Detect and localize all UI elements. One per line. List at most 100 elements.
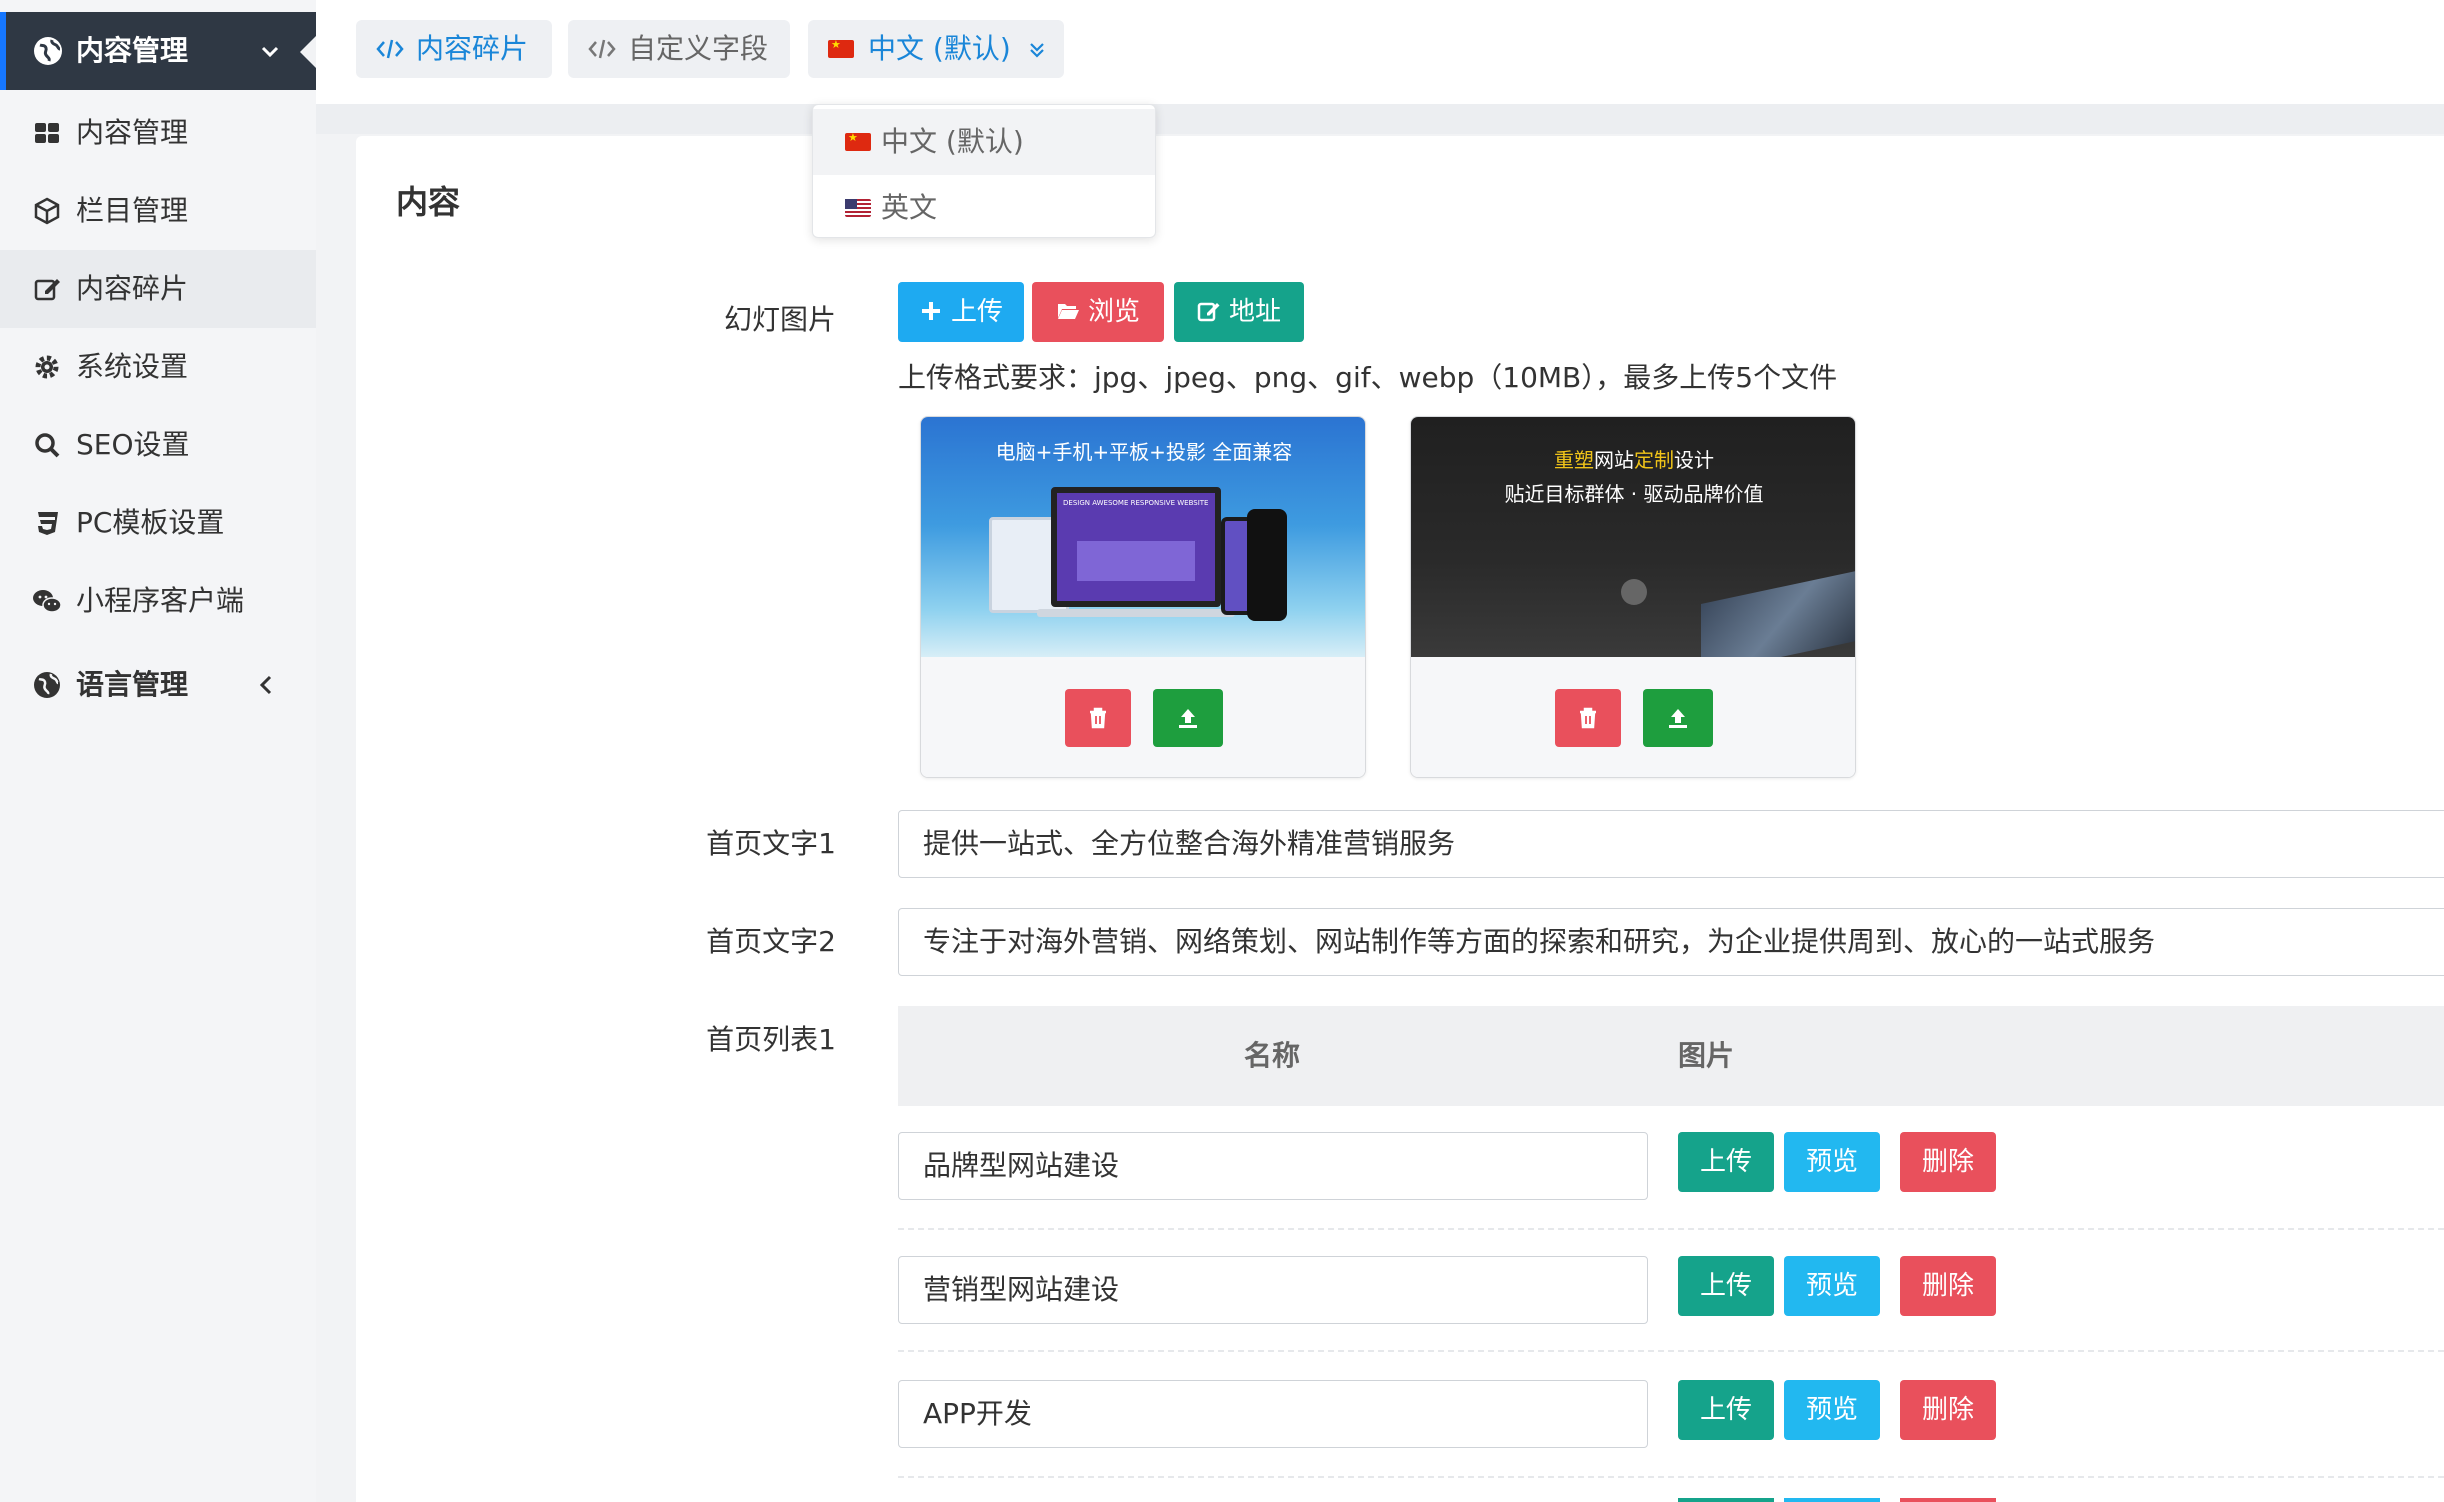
home-text1-label: 首页文字1 bbox=[706, 827, 836, 860]
headline-highlight: 定制 bbox=[1634, 448, 1674, 472]
sidebar-item-content-fragments[interactable]: 内容碎片 bbox=[0, 250, 316, 328]
home-text2-input[interactable]: 专注于对海外营销、网络策划、网站制作等方面的探索和研究，为企业提供周到、放心的一… bbox=[898, 908, 2444, 976]
device-graphic bbox=[1037, 609, 1235, 617]
row-divider bbox=[898, 1476, 2444, 1478]
browse-button[interactable]: 浏览 bbox=[1032, 282, 1164, 342]
list-item-upload-button[interactable]: 上传 bbox=[1678, 1380, 1774, 1440]
url-button[interactable]: 地址 bbox=[1174, 282, 1304, 342]
globe-icon bbox=[34, 37, 62, 65]
gear-icon bbox=[35, 355, 59, 379]
grid-icon bbox=[35, 123, 59, 143]
row-divider bbox=[898, 1350, 2444, 1352]
language-option-chinese[interactable]: 中文 (默认) bbox=[813, 109, 1155, 175]
tab-label: 中文 (默认) bbox=[868, 32, 1011, 65]
edit-icon bbox=[34, 279, 60, 301]
upload-button[interactable]: 上传 bbox=[898, 282, 1024, 342]
code-icon bbox=[376, 39, 404, 59]
list-item-name-input[interactable]: 品牌型网站建设 bbox=[898, 1132, 1648, 1200]
sidebar-item-columns[interactable]: 栏目管理 bbox=[0, 172, 316, 250]
slide-image-subline: 贴近目标群体 · 驱动品牌价值 bbox=[1504, 482, 1764, 506]
language-dropdown: 中文 (默认) 英文 bbox=[812, 104, 1156, 238]
page-title: 内容 bbox=[396, 183, 461, 221]
list-item-name-input[interactable]: APP开发 bbox=[898, 1380, 1648, 1448]
device-graphic: DESIGN AWESOME RESPONSIVE WEBSITES bbox=[1051, 487, 1221, 607]
delete-slide-button[interactable] bbox=[1065, 689, 1131, 747]
scroll-down-icon bbox=[1621, 579, 1647, 605]
slide-thumbnail: 重塑网站定制设计 贴近目标群体 · 驱动品牌价值 bbox=[1410, 416, 1856, 778]
list-item-preview-button[interactable] bbox=[1784, 1498, 1880, 1502]
trash-icon bbox=[1580, 707, 1596, 729]
list-item-preview-button[interactable]: 预览 bbox=[1784, 1380, 1880, 1440]
sidebar-item-content[interactable]: 内容管理 bbox=[0, 94, 316, 172]
list-item-preview-button[interactable]: 预览 bbox=[1784, 1256, 1880, 1316]
chevron-left-icon bbox=[259, 675, 272, 695]
sidebar-item-pc-template[interactable]: PC模板设置 bbox=[0, 484, 316, 562]
delete-slide-button[interactable] bbox=[1555, 689, 1621, 747]
home-list1-label: 首页列表1 bbox=[706, 1023, 836, 1056]
home-text1-input[interactable]: 提供一站式、全方位整合海外精准营销服务 bbox=[898, 810, 2444, 878]
china-flag-icon bbox=[845, 130, 871, 151]
slide-image-headline: 电脑+手机+平板+投影 全面兼容 bbox=[995, 440, 1293, 464]
sidebar-item-label: 栏目管理 bbox=[76, 194, 189, 227]
list-item-delete-button[interactable] bbox=[1900, 1498, 1996, 1502]
css3-icon bbox=[38, 512, 58, 535]
device-screen-text: DESIGN AWESOME RESPONSIVE WEBSITES bbox=[1063, 499, 1209, 507]
content-card: 内容 幻灯图片 上传 浏览 地址 上传格式要求：jpg、jpeg、png、gif… bbox=[356, 136, 2444, 1502]
tab-label: 自定义字段 bbox=[628, 32, 769, 65]
slide-image: 重塑网站定制设计 贴近目标群体 · 驱动品牌价值 bbox=[1411, 417, 1855, 675]
folder-open-icon bbox=[1057, 303, 1079, 319]
search-icon bbox=[35, 433, 60, 458]
column-header-image: 图片 bbox=[1678, 1039, 1735, 1072]
upload-button-label: 上传 bbox=[950, 297, 1003, 327]
sidebar-item-mini-program[interactable]: 小程序客户端 bbox=[0, 562, 316, 640]
chevron-down-icon bbox=[261, 46, 279, 58]
list-item-preview-button[interactable]: 预览 bbox=[1784, 1132, 1880, 1192]
slide-image-headline: 重塑网站定制设计 bbox=[1411, 445, 1855, 475]
replace-slide-button[interactable] bbox=[1643, 689, 1713, 747]
language-option-label: 中文 (默认) bbox=[881, 125, 1024, 158]
headline-text: 设计 bbox=[1674, 448, 1714, 472]
home-text2-label: 首页文字2 bbox=[706, 925, 836, 958]
sidebar-header-content-management[interactable]: 内容管理 bbox=[0, 12, 318, 90]
list-item-upload-button[interactable]: 上传 bbox=[1678, 1132, 1774, 1192]
list-item-delete-button[interactable]: 删除 bbox=[1900, 1380, 1996, 1440]
browse-button-label: 浏览 bbox=[1087, 297, 1140, 327]
headline-highlight: 重塑 bbox=[1554, 448, 1594, 472]
sidebar-item-label: 内容碎片 bbox=[76, 272, 189, 305]
wechat-icon bbox=[33, 590, 62, 613]
list-item-delete-button[interactable]: 删除 bbox=[1900, 1132, 1996, 1192]
china-flag-icon bbox=[828, 37, 854, 58]
list-item-upload-button[interactable]: 上传 bbox=[1678, 1256, 1774, 1316]
headline-text: 网站 bbox=[1594, 448, 1634, 472]
list-item-delete-button[interactable]: 删除 bbox=[1900, 1256, 1996, 1316]
code-icon bbox=[588, 39, 616, 59]
tab-bar: 内容碎片 自定义字段 中文 (默认) bbox=[316, 0, 2444, 134]
language-option-english[interactable]: 英文 bbox=[813, 175, 1155, 241]
list-item-upload-button[interactable] bbox=[1678, 1498, 1774, 1502]
tab-custom-fields[interactable]: 自定义字段 bbox=[568, 20, 790, 78]
upload-icon bbox=[1669, 709, 1687, 728]
tab-content-fragments[interactable]: 内容碎片 bbox=[356, 20, 552, 78]
sidebar-item-label: SEO设置 bbox=[76, 428, 190, 461]
url-button-label: 地址 bbox=[1228, 297, 1281, 327]
language-option-label: 英文 bbox=[881, 191, 938, 224]
column-header-name: 名称 bbox=[1244, 1039, 1301, 1072]
globe-icon bbox=[34, 672, 60, 698]
plus-icon bbox=[921, 301, 940, 320]
replace-slide-button[interactable] bbox=[1153, 689, 1223, 747]
tab-bar-divider bbox=[316, 104, 2444, 134]
tab-language-select[interactable]: 中文 (默认) bbox=[808, 20, 1064, 78]
slide-actions bbox=[1411, 657, 1855, 777]
slide-image: 电脑+手机+平板+投影 全面兼容 DESIGN AWESOME RESPONSI… bbox=[921, 417, 1365, 657]
upload-format-hint: 上传格式要求：jpg、jpeg、png、gif、webp（10MB），最多上传5… bbox=[898, 361, 1838, 394]
device-graphic bbox=[1077, 541, 1195, 581]
sidebar: 内容管理 内容管理 栏目管理 内容碎片 系统设置 SEO设置 PC模板设置 小程… bbox=[0, 0, 318, 1502]
sidebar-item-system-settings[interactable]: 系统设置 bbox=[0, 328, 316, 406]
row-divider bbox=[898, 1228, 2444, 1230]
tab-label: 内容碎片 bbox=[416, 32, 529, 65]
sidebar-item-seo-settings[interactable]: SEO设置 bbox=[0, 406, 316, 484]
cube-icon bbox=[34, 197, 60, 225]
sidebar-item-language-management[interactable]: 语言管理 bbox=[0, 646, 316, 724]
list-item-name-input[interactable]: 营销型网站建设 bbox=[898, 1256, 1648, 1324]
sidebar-item-label: 小程序客户端 bbox=[76, 584, 245, 617]
